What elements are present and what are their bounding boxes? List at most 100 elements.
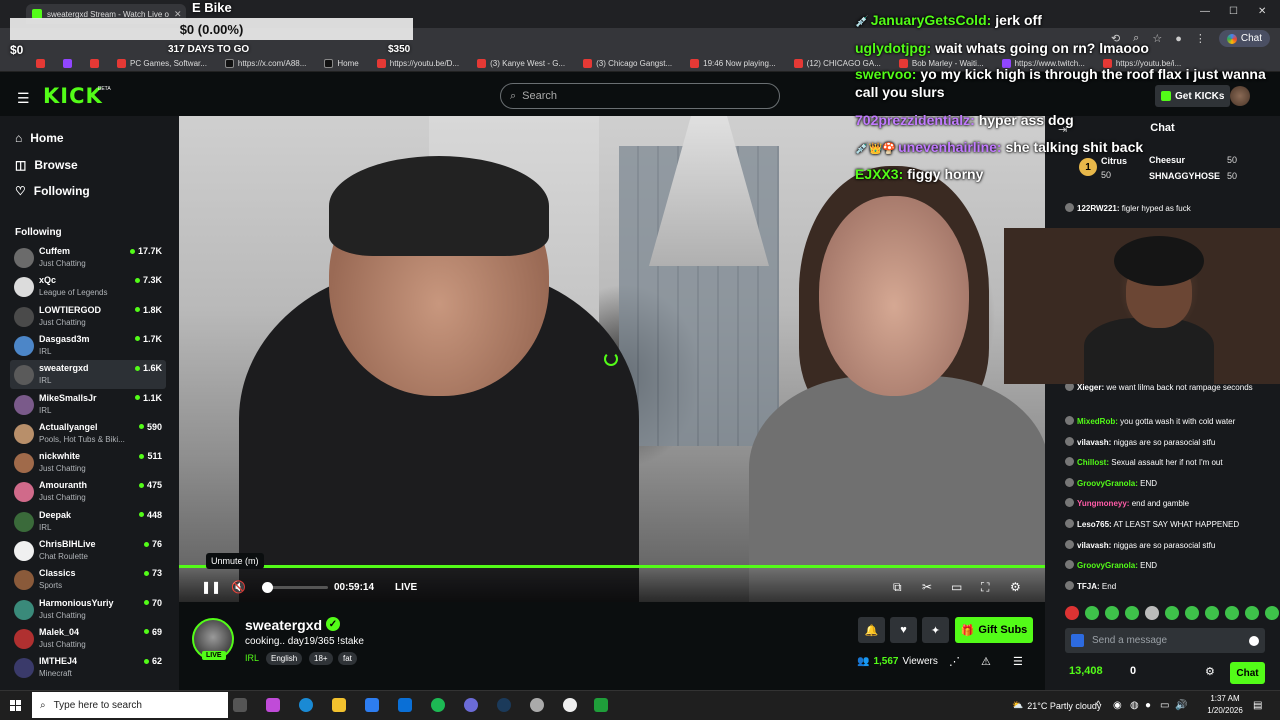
tray-mic-icon[interactable]: ● xyxy=(1145,700,1151,711)
edge-icon[interactable] xyxy=(299,698,313,712)
tray-chevron-icon[interactable]: ^ xyxy=(1096,700,1101,711)
emote-icon[interactable] xyxy=(1065,606,1079,620)
channel-item-cuffem[interactable]: Cuffem Just Chatting 17.7K xyxy=(10,243,166,272)
sparkle-button[interactable]: ✦ xyxy=(922,617,949,643)
gemini-chat-button[interactable]: Chat xyxy=(1218,30,1270,47)
leaderboard-name[interactable]: SHNAGGYHOSE xyxy=(1149,171,1220,181)
emote-icon[interactable] xyxy=(1085,606,1099,620)
channel-item-imthej4[interactable]: IMTHEJ4 Minecraft 62 xyxy=(10,653,166,682)
obs-icon[interactable] xyxy=(530,698,544,712)
nav-following[interactable]: ♡ Following xyxy=(15,184,90,198)
bookmark-item[interactable]: Home xyxy=(324,59,359,68)
pip-icon[interactable]: ⧉ xyxy=(893,580,902,595)
emote-icon[interactable] xyxy=(1145,606,1159,620)
minimize-button[interactable]: — xyxy=(1200,6,1210,17)
follow-heart-button[interactable]: ♥ xyxy=(890,617,917,643)
channel-item-nickwhite[interactable]: nickwhite Just Chatting 511 xyxy=(10,448,166,477)
report-icon[interactable]: ⚠ xyxy=(981,655,991,668)
notifications-icon[interactable]: ▤ xyxy=(1253,700,1262,711)
points-balance[interactable]: 0 xyxy=(1130,665,1136,677)
get-kicks-button[interactable]: Get KICKs xyxy=(1155,85,1231,107)
bookmark-item[interactable]: https://x.com/A88... xyxy=(224,59,306,68)
bookmark-item[interactable] xyxy=(63,59,72,68)
chat-username[interactable]: GroovyGranola: xyxy=(1077,479,1138,488)
bookmark-item[interactable] xyxy=(90,59,99,68)
file-explorer-icon[interactable] xyxy=(332,698,346,712)
volume-icon[interactable]: 🔊 xyxy=(1175,700,1187,711)
steam-icon[interactable] xyxy=(497,698,511,712)
bookmark-star-icon[interactable]: ☆ xyxy=(1152,32,1162,45)
search-input[interactable]: ⌕ Search xyxy=(500,83,780,109)
bookmark-item[interactable] xyxy=(36,59,45,68)
channel-item-harmoniousyuriy[interactable]: HarmoniousYuriy Just Chatting 70 xyxy=(10,595,166,624)
progress-bar[interactable] xyxy=(179,565,1045,568)
spotify-icon[interactable] xyxy=(431,698,445,712)
kicks-balance[interactable]: 13,408 xyxy=(1069,665,1103,677)
chat-username[interactable]: Chillost: xyxy=(1077,458,1109,467)
bookmark-item[interactable]: (3) Kanye West - G... xyxy=(477,59,565,68)
bookmark-item[interactable]: 19:46 Now playing... xyxy=(690,59,776,68)
tag-fat[interactable]: fat xyxy=(338,652,357,665)
kick-logo[interactable]: KICK xyxy=(43,84,103,108)
category-link[interactable]: IRL xyxy=(245,653,259,663)
tag-language[interactable]: English xyxy=(266,652,303,665)
emote-icon[interactable] xyxy=(1185,606,1199,620)
share-icon[interactable]: ⋰ xyxy=(949,655,960,668)
tray-app-icon[interactable]: ◍ xyxy=(1130,700,1139,711)
chat-username[interactable]: GroovyGranola: xyxy=(1077,561,1138,570)
store-icon[interactable] xyxy=(365,698,379,712)
discord-icon[interactable] xyxy=(464,698,478,712)
emote-icon[interactable] xyxy=(1205,606,1219,620)
channel-item-malek_04[interactable]: Malek_04 Just Chatting 69 xyxy=(10,624,166,653)
channel-item-amouranth[interactable]: Amouranth Just Chatting 475 xyxy=(10,477,166,506)
channel-item-sweatergxd[interactable]: sweatergxd IRL 1.6K xyxy=(10,360,166,390)
chat-username[interactable]: Xieger: xyxy=(1077,383,1104,392)
chat-username[interactable]: vilavash: xyxy=(1077,438,1111,447)
channel-item-xqc[interactable]: xQc League of Legends 7.3K xyxy=(10,272,166,301)
fullscreen-icon[interactable]: ⛶ xyxy=(981,580,989,595)
chat-username[interactable]: vilavash: xyxy=(1077,541,1111,550)
clock[interactable]: 1:37 AM 1/20/2026 xyxy=(1205,693,1245,717)
chat-username[interactable]: 122RW221: xyxy=(1077,204,1120,213)
emote-icon[interactable] xyxy=(1165,606,1179,620)
chat-input[interactable]: Send a message xyxy=(1065,628,1265,653)
channel-item-chrisbihlive[interactable]: ChrisBIHLive Chat Roulette 76 xyxy=(10,536,166,565)
chat-username[interactable]: Leso765: xyxy=(1077,520,1112,529)
emote-icon[interactable] xyxy=(1225,606,1239,620)
weather-widget[interactable]: ⛅ 21°C Partly cloudy xyxy=(1012,700,1101,711)
streamer-name[interactable]: sweatergxd xyxy=(245,617,322,633)
settings-gear-icon[interactable]: ⚙ xyxy=(1010,580,1021,594)
channel-item-actuallyangel[interactable]: Actuallyangel Pools, Hot Tubs & Biki... 59… xyxy=(10,419,166,448)
emote-icon[interactable] xyxy=(1125,606,1139,620)
excel-icon[interactable] xyxy=(594,698,608,712)
volume-knob[interactable] xyxy=(262,582,273,593)
channel-item-dasgasd3m[interactable]: Dasgasd3m IRL 1.7K xyxy=(10,331,166,360)
bookmark-item[interactable]: https://youtu.be/D... xyxy=(376,59,459,68)
emote-icon[interactable] xyxy=(1105,606,1119,620)
user-avatar[interactable] xyxy=(1230,86,1250,106)
emote-icon[interactable] xyxy=(1265,606,1279,620)
bookmark-item[interactable]: (3) Chicago Gangst... xyxy=(583,59,672,68)
chat-username[interactable]: Yungmoneyy: xyxy=(1077,499,1129,508)
menu-dots-icon[interactable]: ⋮ xyxy=(1195,32,1206,45)
copilot-icon[interactable] xyxy=(266,698,280,712)
tag-mature[interactable]: 18+ xyxy=(309,652,333,665)
nav-home[interactable]: ⌂ Home xyxy=(15,131,64,145)
clip-icon[interactable]: ✂ xyxy=(922,580,932,594)
outlook-icon[interactable] xyxy=(398,698,412,712)
nav-browse[interactable]: ◫ Browse xyxy=(15,158,78,172)
leaderboard-name[interactable]: Cheesur xyxy=(1149,155,1185,165)
channel-item-deepak[interactable]: Deepak IRL 448 xyxy=(10,507,166,536)
channel-item-classics[interactable]: Classics Sports 73 xyxy=(10,565,166,594)
hamburger-menu-icon[interactable]: ☰ xyxy=(17,90,30,107)
tray-app-icon[interactable]: ◉ xyxy=(1113,700,1122,711)
live-label[interactable]: LIVE xyxy=(395,582,417,593)
pause-button[interactable]: ❚❚ xyxy=(201,580,221,594)
video-player[interactable] xyxy=(179,116,1045,602)
network-icon[interactable]: ▭ xyxy=(1160,700,1169,711)
emoji-icon[interactable] xyxy=(1249,635,1259,646)
windows-start-icon[interactable] xyxy=(10,700,21,711)
channel-item-mikesmallsjr[interactable]: MikeSmallsJr IRL 1.1K xyxy=(10,390,166,419)
close-window-button[interactable]: ✕ xyxy=(1258,6,1266,17)
chat-settings-icon[interactable]: ⚙ xyxy=(1205,665,1215,678)
